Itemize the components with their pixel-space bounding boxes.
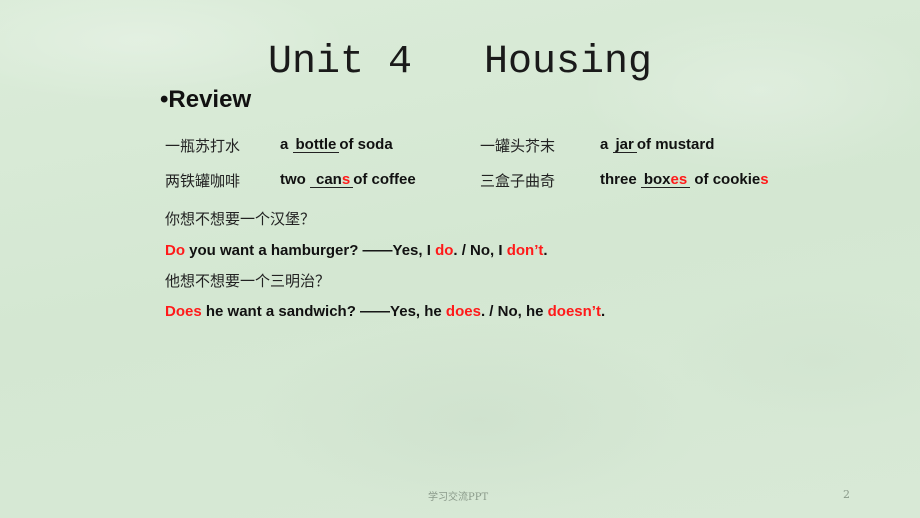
- phrase-cn-3: 两铁罐咖啡: [165, 172, 241, 190]
- sentence-text: . / No, I: [453, 242, 507, 259]
- answer-keyword: don’t: [506, 242, 544, 259]
- sentence-text: he want a sandwich? ——Yes, he: [201, 303, 446, 320]
- blank-answer-suffix: es: [670, 171, 688, 188]
- phrase-cn-1: 一瓶苏打水: [165, 137, 241, 155]
- sentence-text: .: [600, 303, 606, 320]
- answer-keyword: Does: [165, 303, 202, 320]
- phrase-en-2: a jar of mustard: [600, 136, 714, 153]
- blank-answer: box: [643, 171, 671, 188]
- answer-keyword: does: [445, 303, 481, 320]
- sentence-text: .: [543, 242, 548, 259]
- sentence-text: you want a hamburger? ——Yes, I: [185, 242, 436, 259]
- phrase-pre: two: [280, 171, 306, 188]
- phrase-cn-4: 三盒子曲奇: [480, 172, 556, 190]
- question-cn-2: 他想不想要一个三明治？: [165, 272, 331, 290]
- phrase-pre: three: [600, 171, 637, 188]
- blank-answer: jar: [615, 136, 634, 153]
- question-en-1: Do you want a hamburger? ——Yes, I do. / …: [165, 242, 548, 259]
- phrase-cn-2: 一罐头芥末: [480, 137, 556, 155]
- answer-keyword: Do: [165, 242, 185, 259]
- phrase-post: of coffee: [353, 171, 416, 188]
- phrase-post: of soda: [339, 136, 393, 153]
- phrase-blank: boxes: [640, 171, 691, 188]
- slide-title: Unit 4 Housing: [267, 40, 653, 85]
- footer-text: 学习交流PPT: [428, 492, 489, 503]
- section-heading-review: •Review: [160, 86, 252, 113]
- phrase-en-4: three boxes of cookies: [600, 171, 769, 188]
- question-cn-1: 你想不想要一个汉堡？: [165, 210, 316, 228]
- question-en-2: Does he want a sandwich? ——Yes, he does.…: [165, 303, 605, 320]
- phrase-pre: a: [280, 136, 289, 153]
- phrase-pre: a: [600, 136, 609, 153]
- blank-answer: can: [316, 171, 342, 188]
- blank-answer-suffix: s: [341, 171, 351, 188]
- phrase-blank: bottle: [292, 136, 340, 153]
- answer-keyword: doesn’t: [547, 303, 601, 320]
- phrase-en-3: two cans of coffee: [280, 171, 416, 188]
- phrase-post: of mustard: [636, 136, 715, 153]
- phrase-blank: cans: [310, 171, 354, 188]
- answer-keyword: do: [435, 242, 454, 259]
- phrase-post: of cookie: [694, 171, 761, 188]
- sentence-text: . / No, he: [480, 303, 548, 320]
- page-number: 2: [843, 488, 850, 501]
- phrase-en-1: a bottle of soda: [280, 136, 393, 153]
- blank-answer: bottle: [295, 136, 337, 153]
- phrase-post-suffix: s: [760, 171, 769, 188]
- phrase-blank: jar: [612, 136, 637, 153]
